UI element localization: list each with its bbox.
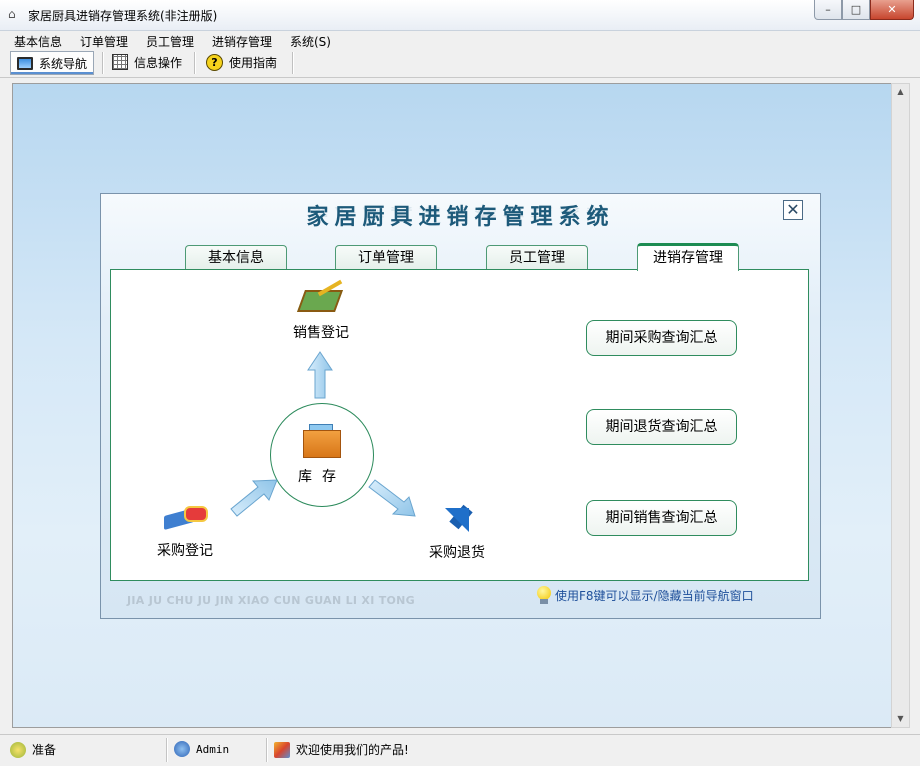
menu-staff-management[interactable]: 员工管理 [146,33,194,50]
status-bar: 准备 Admin 欢迎使用我们的产品! [0,734,920,766]
status-user: Admin [174,741,229,757]
status-separator [266,738,268,762]
menu-basic-info[interactable]: 基本信息 [14,33,62,50]
lightbulb-icon [537,586,551,604]
panel-close-button[interactable]: ✕ [783,200,803,220]
scroll-up-icon[interactable]: ▲ [892,84,909,100]
purchase-return-node[interactable]: 采购退货 [425,504,489,562]
grid-icon [112,54,128,70]
info-operation-label: 信息操作 [134,55,183,70]
footer-tip: 使用F8键可以显示/隐藏当前导航窗口 [537,586,754,604]
arrow-up-right-icon [230,479,278,517]
purchase-register-label: 采购登记 [157,543,213,559]
ledger-icon [296,279,344,314]
system-navigation-label: 系统导航 [39,56,88,71]
toolbar-separator [194,52,196,74]
return-arrow-icon [441,504,473,536]
app-icon: ⌂ [8,7,16,21]
arrow-up-icon [307,351,333,399]
close-button[interactable]: ✕ [870,0,914,20]
status-user-text: Admin [196,742,230,756]
title-bar: ⌂ 家居厨具进销存管理系统(非注册版) – □ ✕ [0,0,920,31]
period-return-summary-button[interactable]: 期间退货查询汇总 [586,409,737,445]
ready-icon [10,741,26,758]
period-purchase-summary-button[interactable]: 期间采购查询汇总 [586,320,737,356]
help-icon: ? [206,53,223,71]
menu-bar: 基本信息 订单管理 员工管理 进销存管理 系统(S) [0,31,920,49]
toolbar-separator [292,52,294,74]
inventory-box-icon [301,420,341,458]
menu-order-management[interactable]: 订单管理 [80,33,128,50]
window-controls: – □ ✕ [814,0,914,20]
status-message: 欢迎使用我们的产品! [274,741,409,758]
tab-basic-info[interactable]: 基本信息 [185,245,287,270]
vertical-scrollbar[interactable]: ▲ ▼ [891,83,910,728]
tab-order-management[interactable]: 订单管理 [335,245,437,270]
period-sales-summary-button[interactable]: 期间销售查询汇总 [586,500,737,536]
inventory-label: 库存 [298,469,346,485]
toolbar: 系统导航 信息操作 ? 使用指南 [0,49,920,78]
system-navigation-button[interactable]: 系统导航 [10,51,95,75]
toolbar-separator [102,52,104,74]
arrow-down-right-icon [368,479,416,517]
tab-content: 销售登记 库存 采购登记 采购退货 期间采购查询汇总 期间退货查询汇总 期间销售… [110,269,809,581]
info-operation-button[interactable]: 信息操作 [106,51,188,73]
status-message-text: 欢迎使用我们的产品! [296,743,409,757]
menu-system[interactable]: 系统(S) [290,33,331,50]
footer-pinyin: JIA JU CHU JU JIN XIAO CUN GUAN LI XI TO… [127,594,416,607]
tab-inventory-management[interactable]: 进销存管理 [637,243,739,271]
footer-tip-text: 使用F8键可以显示/隐藏当前导航窗口 [555,588,754,603]
user-guide-label: 使用指南 [229,55,278,70]
status-ready-text: 准备 [32,743,57,757]
product-icon [274,741,290,758]
monitor-icon [17,56,33,70]
scroll-down-icon[interactable]: ▼ [892,711,909,727]
purchase-return-label: 采购退货 [429,545,485,561]
tab-staff-management[interactable]: 员工管理 [486,245,588,270]
panel-title-reflection: 家居厨具进销存管理系统 [306,205,615,219]
minimize-button[interactable]: – [814,0,842,20]
purchase-register-node[interactable]: 采购登记 [153,502,217,560]
user-guide-button[interactable]: ? 使用指南 [200,51,283,73]
menu-inventory-management[interactable]: 进销存管理 [212,33,272,50]
purchase-icon [164,502,208,532]
window-title: 家居厨具进销存管理系统(非注册版) [28,9,218,23]
sales-register-label: 销售登记 [293,325,349,341]
maximize-button[interactable]: □ [842,0,870,20]
navigation-panel: 家居厨具进销存管理系统 家居厨具进销存管理系统 ✕ 基本信息 订单管理 员工管理… [100,193,821,619]
status-separator [166,738,168,762]
inventory-node[interactable]: 库存 [270,403,374,507]
sales-register-node[interactable]: 销售登记 [289,279,353,342]
status-ready: 准备 [10,741,56,758]
user-icon [174,741,190,757]
